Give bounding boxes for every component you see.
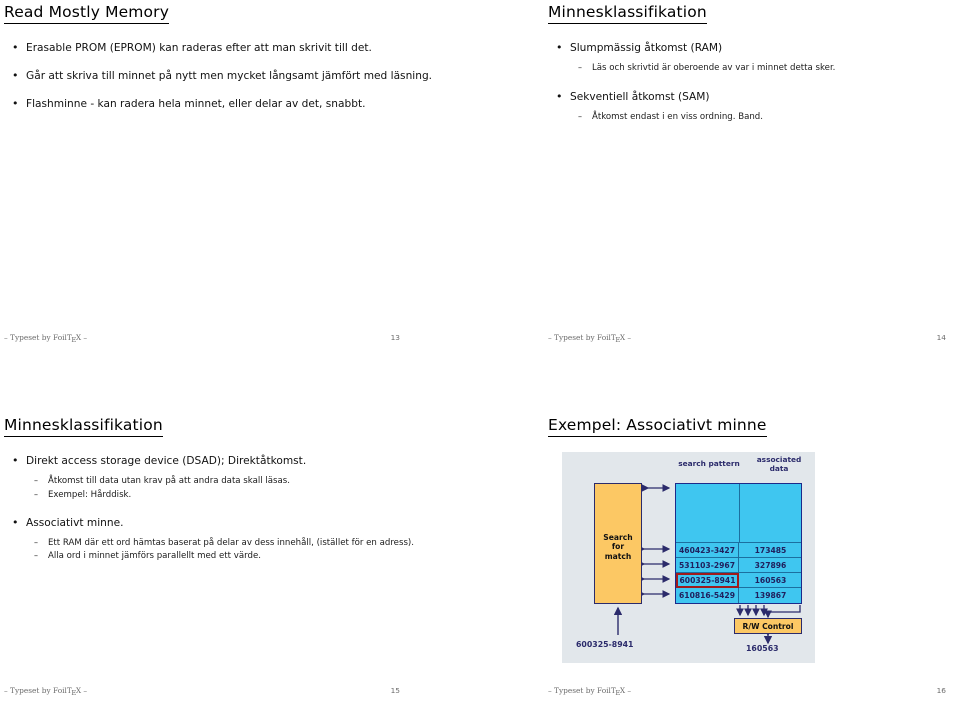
- sub-list-item: Alla ord i minnet jämförs parallellt med…: [26, 550, 470, 563]
- title-wrap: Minnesklassifikation: [548, 0, 950, 24]
- bullet-text: Slumpmässig åtkomst (RAM): [570, 42, 723, 54]
- footer-typeset-credit: – Typeset by FoilTEX –: [4, 333, 88, 344]
- cell-search-pattern-matched: 600325-8941: [676, 572, 739, 588]
- diagram-label-search-pattern: search pattern: [678, 459, 740, 468]
- cell-associated-data: 160563: [754, 575, 787, 585]
- sub-list-item: Åtkomst endast i en viss ordning. Band.: [570, 111, 950, 124]
- title-wrap: Exempel: Associativt minne: [548, 353, 950, 437]
- cell-search-pattern: 610816-5429: [676, 588, 739, 603]
- slide-footer: – Typeset by FoilTEX – 15: [4, 686, 400, 698]
- sub-bullet-list: Åtkomst endast i en viss ordning. Band.: [570, 111, 950, 124]
- sub-bullet-list: Ett RAM där ett ord hämtas baserat på de…: [26, 537, 470, 564]
- associative-memory-diagram: search pattern associated data Search fo…: [562, 452, 815, 663]
- sub-list-item: Åtkomst till data utan krav på att andra…: [26, 475, 470, 488]
- bullet-list: Erasable PROM (EPROM) kan raderas efter …: [4, 41, 470, 112]
- sub-bullet-text: Exempel: Hårddisk.: [48, 489, 132, 500]
- page-number: 15: [390, 686, 400, 695]
- list-item: Går att skriva till minnet på nytt men m…: [4, 69, 470, 83]
- sub-bullet-text: Åtkomst till data utan krav på att andra…: [48, 476, 290, 487]
- bullet-text: Går att skriva till minnet på nytt men m…: [26, 70, 433, 83]
- list-item: Associativt minne. Ett RAM där ett ord h…: [4, 516, 470, 564]
- slide-footer: – Typeset by FoilTEX – 14: [548, 333, 946, 345]
- bullet-text: Flashminne - kan radera hela minnet, ell…: [26, 98, 366, 111]
- cell-associated-data: 173485: [754, 545, 787, 555]
- list-item: Flashminne - kan radera hela minnet, ell…: [4, 97, 470, 111]
- bullet-text: Associativt minne.: [26, 516, 124, 529]
- diagram-label-associated-data: associated data: [756, 455, 802, 473]
- slide-sheet: Read Mostly Memory Erasable PROM (EPROM)…: [0, 0, 960, 707]
- bullet-text: Direkt access storage device (DSAD); Dir…: [26, 455, 307, 467]
- sub-bullet-list: Läs och skrivtid är oberoende av var i m…: [570, 62, 950, 75]
- page-title: Read Mostly Memory: [4, 3, 170, 24]
- memory-table: 460423-3427 173485 531103-2967 327896 60…: [675, 483, 802, 604]
- cell-associated-data: 139867: [754, 591, 787, 600]
- cell-search-pattern: 460423-3427: [676, 543, 739, 557]
- sub-list-item: Läs och skrivtid är oberoende av var i m…: [570, 62, 950, 75]
- table-row: 460423-3427 173485: [676, 543, 801, 558]
- bullet-text: Sekventiell åtkomst (SAM): [570, 90, 710, 103]
- search-for-match-box: Search for match: [594, 483, 642, 604]
- page-title: Exempel: Associativt minne: [548, 416, 767, 437]
- slide-content: Minnesklassifikation Direkt access stora…: [0, 353, 480, 564]
- footer-typeset-credit: – Typeset by FoilTEX –: [4, 686, 88, 697]
- sub-bullet-list: Åtkomst till data utan krav på att andra…: [26, 475, 470, 502]
- sub-bullet-text: Ett RAM där ett ord hämtas baserat på de…: [48, 538, 415, 549]
- page-number: 14: [936, 333, 946, 342]
- table-row-matched: 600325-8941 160563: [676, 572, 801, 588]
- title-wrap: Read Mostly Memory: [4, 0, 470, 24]
- slide-minnesklassifikation-1: Minnesklassifikation Slumpmässig åtkomst…: [480, 0, 960, 353]
- table-row: 610816-5429 139867: [676, 588, 801, 603]
- column-divider: [739, 484, 741, 542]
- slide-footer: – Typeset by FoilTEX – 16: [548, 686, 946, 698]
- bullet-list: Direkt access storage device (DSAD); Dir…: [4, 454, 470, 564]
- slide-content: Minnesklassifikation Slumpmässig åtkomst…: [480, 0, 960, 124]
- sub-bullet-text: Åtkomst endast i en viss ordning. Band.: [592, 111, 763, 122]
- page-title: Minnesklassifikation: [548, 3, 707, 24]
- list-item: Sekventiell åtkomst (SAM) Åtkomst endast…: [548, 90, 950, 125]
- page-title: Minnesklassifikation: [4, 416, 163, 437]
- page-number: 16: [936, 686, 946, 695]
- search-box-line-1: Search: [603, 533, 633, 542]
- slide-content: Read Mostly Memory Erasable PROM (EPROM)…: [0, 0, 480, 112]
- slide-read-mostly-memory: Read Mostly Memory Erasable PROM (EPROM)…: [0, 0, 480, 353]
- page-number: 13: [390, 333, 400, 342]
- table-row: 531103-2967 327896: [676, 558, 801, 573]
- diagram-result-value: 160563: [746, 644, 779, 653]
- bullet-text: Erasable PROM (EPROM) kan raderas efter …: [26, 42, 372, 54]
- list-item: Slumpmässig åtkomst (RAM) Läs och skrivt…: [548, 41, 950, 76]
- sub-list-item: Ett RAM där ett ord hämtas baserat på de…: [26, 537, 470, 550]
- sub-list-item: Exempel: Hårddisk.: [26, 489, 470, 502]
- search-box-line-3: match: [604, 551, 632, 561]
- cell-associated-data: 327896: [754, 560, 787, 570]
- search-box-line-2: for: [611, 542, 625, 552]
- list-item: Erasable PROM (EPROM) kan raderas efter …: [4, 41, 470, 55]
- slide-footer: – Typeset by FoilTEX – 13: [4, 333, 400, 345]
- slide-content: Exempel: Associativt minne: [480, 353, 960, 437]
- cell-search-pattern: 531103-2967: [676, 558, 739, 572]
- diagram-query-value: 600325-8941: [576, 640, 634, 649]
- memory-empty-region: [676, 484, 801, 543]
- rw-control-box: R/W Control: [734, 618, 802, 634]
- footer-typeset-credit: – Typeset by FoilTEX –: [548, 333, 632, 344]
- slide-exempel-associativt-minne: Exempel: Associativt minne search patter…: [480, 353, 960, 706]
- search-box-text: Search for match: [595, 533, 641, 561]
- footer-typeset-credit: – Typeset by FoilTEX –: [548, 686, 632, 697]
- list-item: Direkt access storage device (DSAD); Dir…: [4, 454, 470, 502]
- slide-minnesklassifikation-2: Minnesklassifikation Direkt access stora…: [0, 353, 480, 706]
- sub-bullet-text: Alla ord i minnet jämförs parallellt med…: [48, 551, 261, 562]
- sub-bullet-text: Läs och skrivtid är oberoende av var i m…: [592, 63, 836, 74]
- title-wrap: Minnesklassifikation: [4, 353, 470, 437]
- bullet-list: Slumpmässig åtkomst (RAM) Läs och skrivt…: [548, 41, 950, 125]
